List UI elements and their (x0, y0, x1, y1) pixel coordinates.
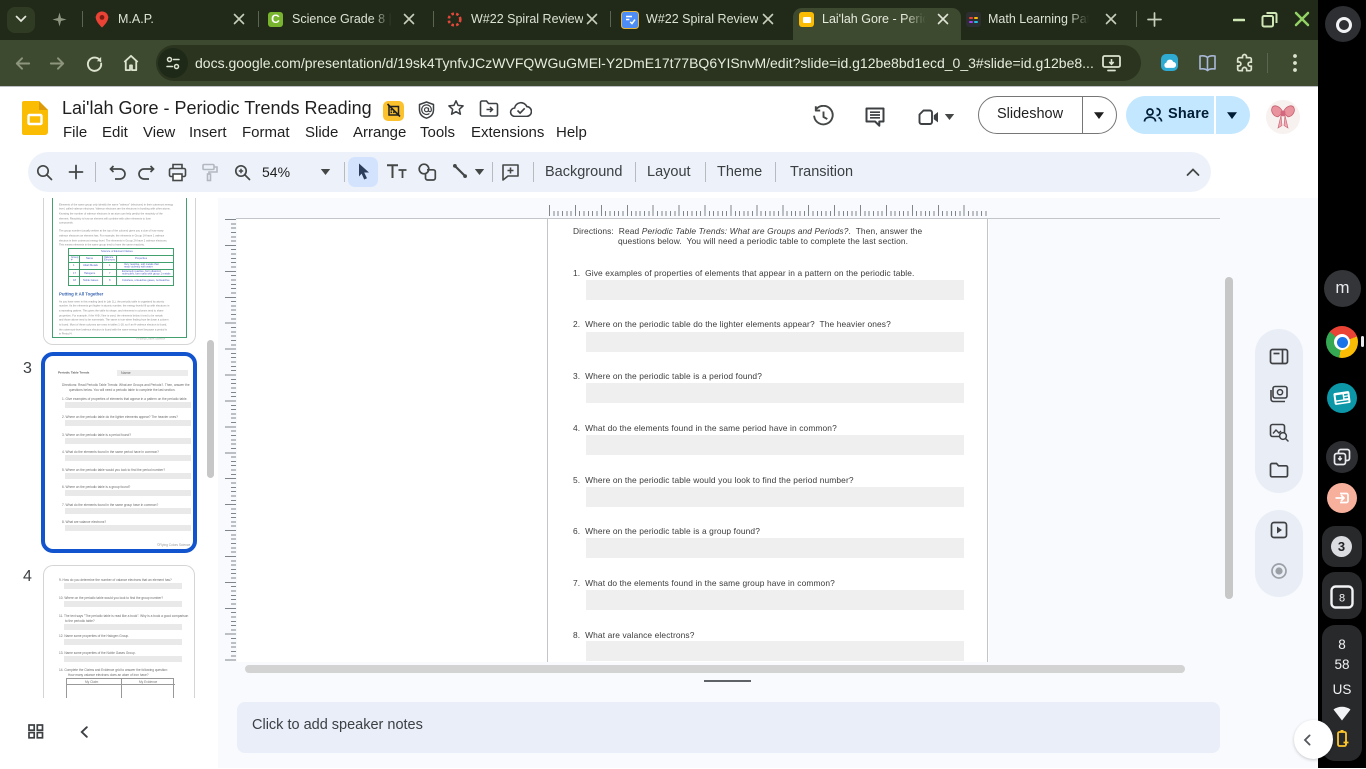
svg-text:8: 8 (1339, 593, 1345, 605)
